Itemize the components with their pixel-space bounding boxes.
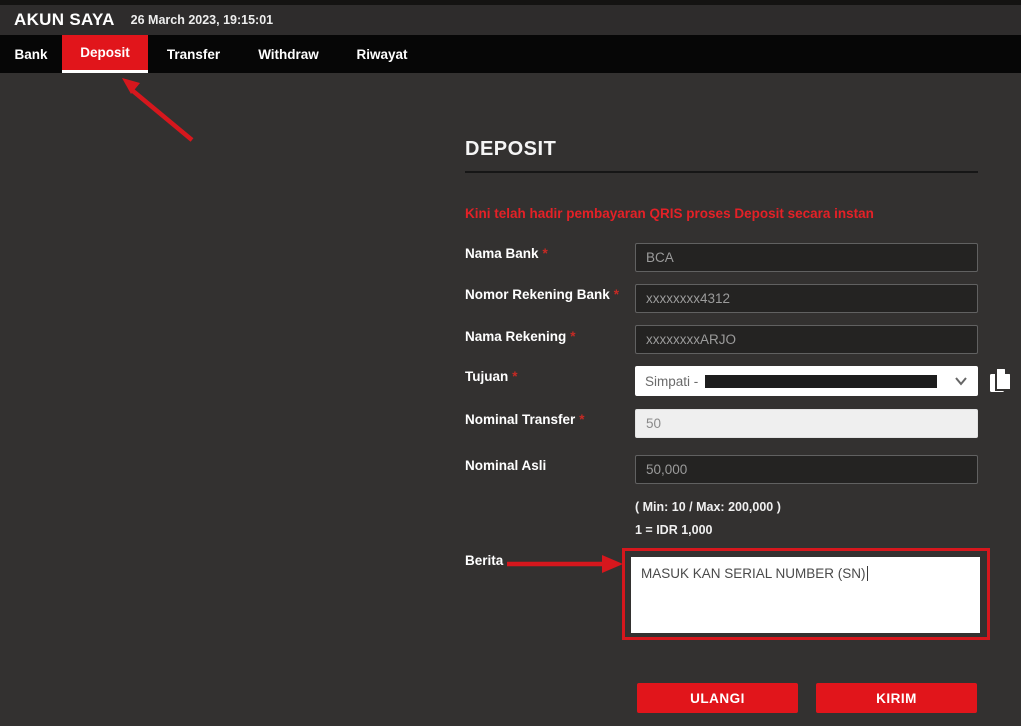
chevron-down-icon [954,376,968,386]
nominal-asli-label: Nominal Asli [465,458,546,473]
page-title: AKUN SAYA [14,10,115,30]
account-header: AKUN SAYA 26 March 2023, 19:15:01 [0,5,1021,35]
text-cursor [867,566,869,581]
nav-tab-bank[interactable]: Bank [0,35,62,73]
title-divider [465,171,978,173]
ulangi-button[interactable]: ULANGI [637,683,798,713]
berita-text: MASUK KAN SERIAL NUMBER (SN) [641,566,866,581]
nominal-transfer-label: Nominal Transfer* [465,412,585,427]
min-max-helper-text: ( Min: 10 / Max: 200,000 ) [635,500,781,514]
form-title: DEPOSIT [465,138,556,161]
nav-tab-withdraw[interactable]: Withdraw [239,35,338,73]
qris-notice: Kini telah hadir pembayaran QRIS proses … [465,206,874,221]
datetime-label: 26 March 2023, 19:15:01 [131,13,273,27]
tujuan-select[interactable]: Simpati - [635,366,978,396]
nav-tab-riwayat[interactable]: Riwayat [338,35,426,73]
copy-icon[interactable] [988,366,1014,394]
annotation-arrow-to-berita-field [505,551,627,577]
required-asterisk: * [579,412,584,427]
berita-label: Berita [465,553,503,568]
nama-rekening-label: Nama Rekening* [465,329,576,344]
redaction-bar [705,375,937,388]
nomor-rekening-bank-input[interactable] [635,284,978,313]
nav-tab-deposit[interactable]: Deposit [62,35,148,73]
berita-textarea[interactable]: MASUK KAN SERIAL NUMBER (SN) [631,557,980,633]
required-asterisk: * [543,246,548,261]
nominal-transfer-input[interactable] [635,409,978,438]
required-asterisk: * [512,369,517,384]
account-deposit-page: AKUN SAYA 26 March 2023, 19:15:01 Bank D… [0,0,1021,726]
kirim-button[interactable]: KIRIM [816,683,977,713]
tujuan-selected-value: Simpati - [645,374,698,389]
nama-bank-input[interactable] [635,243,978,272]
nav-tab-transfer[interactable]: Transfer [148,35,239,73]
nama-bank-label: Nama Bank* [465,246,548,261]
nama-rekening-input[interactable] [635,325,978,354]
main-nav: Bank Deposit Transfer Withdraw Riwayat [0,35,1021,73]
required-asterisk: * [614,287,619,302]
required-asterisk: * [570,329,575,344]
nomor-rekening-bank-label: Nomor Rekening Bank* [465,287,619,302]
nominal-asli-input[interactable] [635,455,978,484]
annotation-arrow-to-deposit-tab [100,72,210,148]
rate-helper-text: 1 = IDR 1,000 [635,523,712,537]
tujuan-label: Tujuan* [465,369,518,384]
